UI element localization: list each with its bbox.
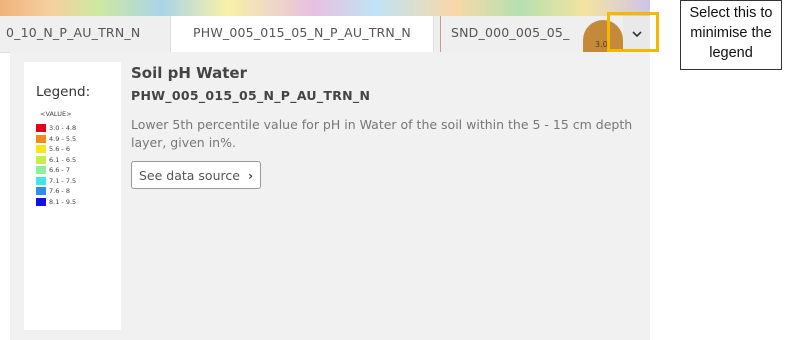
see-data-source-button[interactable]: See data source › — [131, 161, 262, 189]
legend-subtitle: <VALUE> — [40, 110, 72, 118]
legend-swatch — [36, 134, 46, 143]
legend-item: 7.6 - 8 — [36, 187, 70, 195]
legend-swatch — [36, 187, 46, 195]
legend-item-label: 5.6 - 6 — [49, 145, 70, 153]
legend-swatch — [36, 166, 46, 174]
legend-item: 6.1 - 6.5 — [36, 155, 77, 164]
legend-item: 3.0 - 4.8 — [36, 124, 76, 132]
legend-item: 7.1 - 7.5 — [36, 176, 77, 185]
highlight-box — [607, 12, 659, 52]
chevron-right-icon: › — [247, 167, 254, 183]
see-data-source-label: See data source — [139, 167, 240, 183]
tab-layer-phw[interactable]: PHW_005_015_05_N_P_AU_TRN_N — [170, 16, 434, 52]
legend-swatch — [36, 145, 46, 153]
legend-item: 4.9 - 5.5 — [36, 134, 77, 143]
legend-title: Legend: — [36, 84, 91, 100]
legend-item-label: 4.9 - 5.5 — [49, 134, 77, 143]
layer-code: PHW_005_015_05_N_P_AU_TRN_N — [131, 88, 371, 103]
layer-title: Soil pH Water — [131, 64, 248, 82]
legend-panel: Legend: <VALUE> 3.0 - 4.8 4.9 - 5.5 5.6 - … — [10, 52, 650, 340]
legend-item-label: 7.6 - 8 — [49, 187, 70, 195]
legend-item: 5.6 - 6 — [36, 145, 70, 153]
legend-swatch — [36, 176, 46, 185]
legend-item: 6.6 - 7 — [36, 166, 70, 174]
legend-item-label: 3.0 - 4.8 — [49, 124, 77, 132]
legend-swatch — [36, 197, 46, 206]
layer-description: Lower 5th percentile value for pH in Wat… — [131, 117, 633, 150]
legend-item-label: 7.1 - 7.5 — [49, 176, 77, 185]
legend-item-label: 6.6 - 7 — [49, 166, 70, 174]
map-marker-label: 3.0 — [595, 40, 608, 49]
legend-item-label: 8.1 - 9.5 — [49, 197, 77, 206]
legend-item: 8.1 - 9.5 — [36, 197, 77, 206]
legend-swatch — [36, 155, 46, 164]
legend-card: Legend: <VALUE> 3.0 - 4.8 4.9 - 5.5 5.6 - … — [24, 62, 121, 330]
tab-layer-1[interactable]: 0_10_N_P_AU_TRN_N — [0, 16, 168, 52]
layer-tabs: 0_10_N_P_AU_TRN_N PHW_005_015_05_N_P_AU_… — [0, 16, 650, 53]
annotation-callout: Select this to minimise the legend — [680, 0, 782, 70]
tab-layer-snd[interactable]: SND_000_005_05_ — [440, 16, 590, 52]
legend-swatch — [36, 124, 46, 132]
legend-item-label: 6.1 - 6.5 — [49, 155, 77, 164]
